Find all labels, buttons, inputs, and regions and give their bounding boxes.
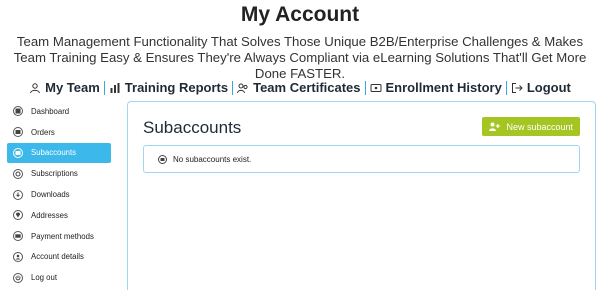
account-icon xyxy=(13,251,23,262)
sidebar-item-label: Orders xyxy=(31,127,55,137)
sidebar-item-label: Dashboard xyxy=(31,106,70,116)
nav-logout[interactable]: Logout xyxy=(508,80,574,95)
nav-my-team-label: My Team xyxy=(45,80,100,95)
add-user-icon xyxy=(489,122,501,131)
sidebar-item-account-details[interactable]: Account details xyxy=(7,247,111,268)
sidebar-item-label: Subscriptions xyxy=(31,169,78,179)
subaccounts-panel: Subaccounts New subaccount No subaccount… xyxy=(127,101,596,290)
account-sidebar: Dashboard Orders Subaccounts Subscriptio… xyxy=(7,101,111,288)
empty-state-message: No subaccounts exist. xyxy=(173,154,252,164)
history-icon xyxy=(370,83,382,92)
empty-state-notice: No subaccounts exist. xyxy=(143,145,580,173)
dashboard-icon xyxy=(13,106,23,117)
nav-logout-label: Logout xyxy=(526,80,571,95)
subscriptions-icon xyxy=(13,168,23,179)
sidebar-item-addresses[interactable]: Addresses xyxy=(7,205,111,226)
sidebar-item-label: Downloads xyxy=(31,190,70,200)
certificates-icon xyxy=(237,83,248,93)
nav-divider xyxy=(505,80,507,95)
logout-icon xyxy=(511,82,523,93)
nav-divider xyxy=(232,80,234,95)
sidebar-item-label: Payment methods xyxy=(31,231,94,241)
nav-my-team[interactable]: My Team xyxy=(26,80,103,95)
nav-training-reports[interactable]: Training Reports xyxy=(106,80,231,95)
team-icon xyxy=(30,82,41,93)
section-title: Subaccounts xyxy=(143,118,242,137)
sidebar-item-dashboard[interactable]: Dashboard xyxy=(7,101,111,122)
nav-enrollment-history[interactable]: Enrollment History xyxy=(367,80,505,95)
page-title: My Account xyxy=(240,3,360,26)
subaccounts-icon xyxy=(13,147,23,158)
addresses-icon xyxy=(13,210,23,221)
payment-icon xyxy=(13,231,23,242)
sidebar-item-label: Subaccounts xyxy=(31,148,77,158)
orders-icon xyxy=(13,127,23,138)
logout-icon xyxy=(13,272,23,283)
sidebar-item-downloads[interactable]: Downloads xyxy=(7,184,111,205)
sidebar-item-subscriptions[interactable]: Subscriptions xyxy=(7,163,111,184)
reports-icon xyxy=(110,82,120,93)
sidebar-item-payment-methods[interactable]: Payment methods xyxy=(7,226,111,247)
page-subtitle: Team Management Functionality That Solve… xyxy=(13,34,587,81)
nav-divider xyxy=(103,80,105,95)
sidebar-item-label: Account details xyxy=(31,252,84,262)
nav-team-certificates[interactable]: Team Certificates xyxy=(234,80,363,95)
info-icon xyxy=(158,154,167,164)
sidebar-item-log-out[interactable]: Log out xyxy=(7,267,111,288)
new-subaccount-button[interactable]: New subaccount xyxy=(482,117,580,136)
team-nav: My Team Training Reports Team Certificat… xyxy=(0,80,600,95)
new-subaccount-label: New subaccount xyxy=(506,121,573,132)
sidebar-item-orders[interactable]: Orders xyxy=(7,122,111,143)
sidebar-item-label: Log out xyxy=(31,273,58,283)
downloads-icon xyxy=(13,189,23,200)
nav-training-reports-label: Training Reports xyxy=(124,80,229,95)
nav-divider xyxy=(364,80,366,95)
nav-enrollment-history-label: Enrollment History xyxy=(385,80,502,95)
sidebar-item-label: Addresses xyxy=(31,210,68,220)
nav-team-certificates-label: Team Certificates xyxy=(253,80,361,95)
sidebar-item-subaccounts[interactable]: Subaccounts xyxy=(7,142,111,164)
